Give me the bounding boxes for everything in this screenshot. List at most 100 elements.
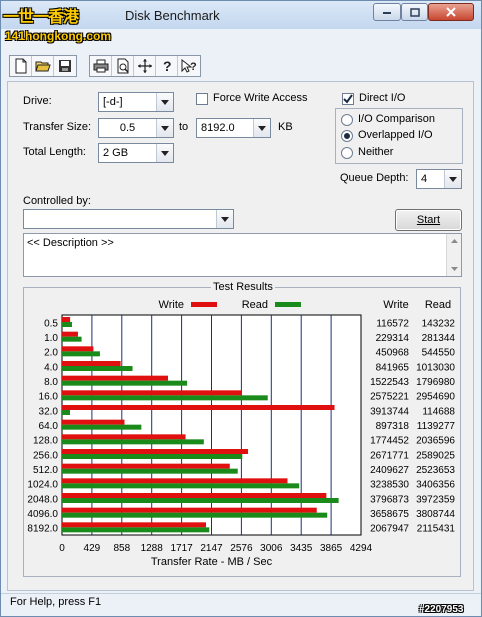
transfer-size-to-select[interactable]: 8192.0 (196, 118, 271, 138)
watermark-logo-chinese: 一世一香港 (3, 9, 79, 26)
total-length-select[interactable]: 2 GB (98, 143, 174, 163)
write-value: 897318 (376, 421, 410, 432)
overlapped-io-label: Overlapped I/O (358, 129, 433, 141)
legend-read-label: Read (242, 299, 268, 311)
chevron-down-icon[interactable] (444, 170, 461, 188)
write-bar (62, 361, 121, 366)
y-tick-label: 2.0 (44, 348, 58, 359)
drive-value: [-d-] (103, 96, 123, 108)
y-tick-label: 128.0 (33, 436, 58, 447)
minimize-button[interactable] (373, 3, 401, 21)
help-icon: ? (163, 58, 172, 74)
save-button[interactable] (54, 56, 76, 76)
minimize-icon (383, 12, 391, 14)
move-icon (137, 59, 152, 73)
maximize-button[interactable] (401, 3, 428, 21)
context-help-button[interactable]: ? (178, 56, 200, 76)
print-button[interactable] (90, 56, 112, 76)
total-length-value: 2 GB (103, 147, 129, 159)
legend-read-swatch (275, 302, 301, 307)
chevron-down-icon[interactable] (156, 119, 173, 137)
x-tick-label: 3006 (260, 543, 283, 554)
legend-write-label: Write (159, 299, 184, 311)
x-tick-label: 858 (113, 543, 130, 554)
x-tick-label: 0 (59, 543, 65, 554)
x-axis-title: Transfer Rate - MB / Sec (151, 556, 273, 568)
svg-text:?: ? (163, 58, 172, 74)
write-value: 2671771 (370, 450, 409, 461)
chevron-down-icon[interactable] (156, 144, 173, 162)
read-bar (62, 454, 243, 459)
read-bar (62, 395, 268, 401)
print-icon (93, 59, 108, 73)
read-value: 114688 (422, 406, 455, 417)
force-write-checkbox[interactable] (196, 93, 208, 105)
status-bar: For Help, press F1 #2207953 (1, 593, 481, 616)
drive-select[interactable]: [-d-] (98, 92, 174, 112)
queue-depth-select[interactable]: 4 (416, 169, 462, 189)
transfer-rate-chart: 0 429 858 1288 1717 2147 2576 3006 3435 3865 4294 0… (27, 299, 456, 568)
read-value: 1139277 (417, 421, 456, 432)
help-button[interactable]: ? (156, 56, 178, 76)
io-comparison-radio[interactable] (341, 114, 353, 126)
read-value: 2954690 (416, 392, 455, 403)
y-tick-label: 16.0 (39, 392, 59, 403)
description-box[interactable]: << Description >> (23, 233, 462, 277)
write-value: 116572 (376, 318, 409, 329)
write-bar (62, 375, 169, 381)
read-value: 544550 (422, 348, 456, 359)
print-preview-button[interactable] (112, 56, 134, 76)
write-bar (62, 419, 125, 425)
transfer-size-to-value: 8192.0 (201, 122, 235, 134)
controlled-by-label: Controlled by: (23, 195, 91, 207)
new-document-button[interactable] (10, 56, 32, 76)
open-button[interactable] (32, 56, 54, 76)
start-button[interactable]: Start (395, 209, 462, 231)
toolbar: ? ? (7, 51, 473, 79)
y-tick-label: 64.0 (39, 421, 59, 432)
chevron-down-icon[interactable] (253, 119, 270, 137)
write-value: 2409627 (370, 465, 409, 476)
read-value: 3972359 (416, 494, 455, 505)
x-tick-label: 4294 (350, 543, 373, 554)
write-value: 2067947 (370, 524, 409, 535)
read-value: 2523653 (416, 465, 455, 476)
y-tick-label: 1024.0 (27, 480, 58, 491)
write-bar (62, 507, 317, 513)
read-value: 2589025 (416, 450, 455, 461)
chevron-down-icon[interactable] (156, 93, 173, 111)
write-value: 3658675 (370, 509, 409, 520)
y-tick-label: 4096.0 (27, 509, 58, 520)
write-value: 1774452 (370, 436, 409, 447)
write-value: 1522543 (370, 377, 409, 388)
move-button[interactable] (134, 56, 156, 76)
test-results-group: Test Results 0 429 858 1288 1717 2147 2576 3006… (23, 281, 461, 577)
toolbar-print-group: ? ? (89, 55, 201, 77)
scroll-up-icon (451, 239, 458, 243)
close-button[interactable] (428, 3, 474, 21)
write-column-header: Write (383, 299, 408, 311)
main-panel: Drive: [-d-] Force Write Access Direct I… (7, 81, 474, 591)
force-write-label: Force Write Access (213, 92, 308, 104)
write-value: 3238530 (370, 480, 409, 491)
write-value: 229314 (376, 333, 410, 344)
watermark-logo-url: 141hongkong.com (5, 29, 112, 43)
write-value: 3796873 (370, 494, 409, 505)
controlled-by-select[interactable] (23, 209, 234, 229)
write-bar (62, 463, 230, 469)
scroll-down-icon (451, 267, 458, 271)
read-value: 1013030 (416, 362, 455, 373)
write-bar (62, 317, 71, 322)
direct-io-label: Direct I/O (359, 92, 406, 104)
direct-io-checkbox[interactable] (342, 93, 354, 105)
total-length-label: Total Length: (23, 146, 86, 158)
transfer-size-from-select[interactable]: 0.5 (98, 118, 174, 138)
neither-radio[interactable] (341, 147, 353, 159)
chevron-down-icon[interactable] (216, 210, 233, 228)
description-scrollbar[interactable] (446, 234, 461, 276)
read-value: 3808744 (416, 509, 455, 520)
overlapped-io-radio[interactable] (341, 130, 353, 142)
x-tick-label: 3865 (320, 543, 343, 554)
read-value: 2036596 (416, 436, 455, 447)
window-title: Disk Benchmark (125, 8, 220, 23)
